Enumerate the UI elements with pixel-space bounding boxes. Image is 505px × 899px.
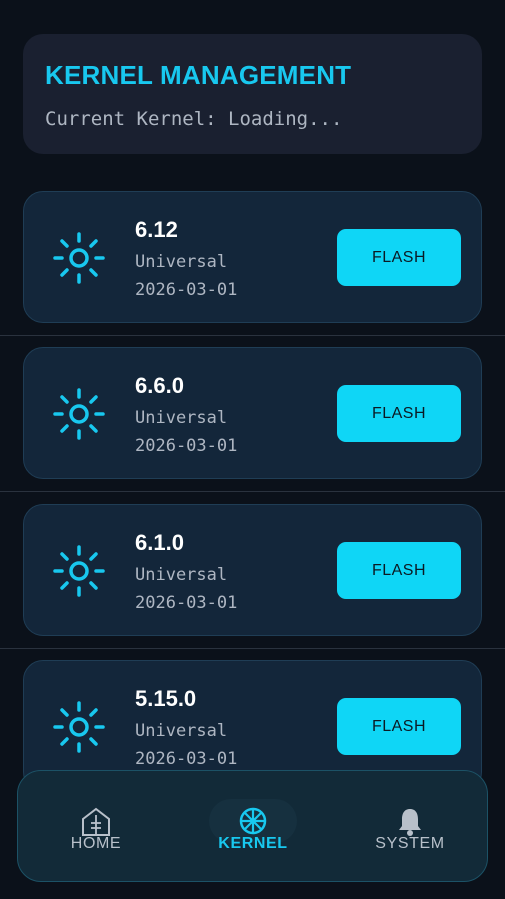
kernel-management-screen: KERNEL MANAGEMENT Current Kernel: Loadin… — [0, 0, 505, 899]
divider — [0, 335, 505, 336]
kernel-card: 6.12 Universal 2026-03-01 FLASH — [23, 191, 482, 323]
sun-icon — [53, 701, 105, 753]
bell-icon — [399, 809, 421, 836]
nav-home-label: HOME — [70, 835, 122, 852]
flash-button[interactable]: FLASH — [337, 385, 461, 442]
kernel-date: 2026-03-01 — [135, 436, 238, 456]
kernel-date: 2026-03-01 — [135, 593, 238, 613]
divider — [0, 491, 505, 492]
nav-kernel-label: KERNEL — [218, 835, 288, 852]
kernel-version: 6.12 — [135, 217, 178, 242]
current-kernel-status: Current Kernel: Loading... — [45, 108, 343, 130]
kernel-type: Universal — [135, 408, 228, 428]
flash-button[interactable]: FLASH — [337, 698, 461, 755]
nav-kernel[interactable]: KERNEL — [193, 801, 313, 861]
nav-home[interactable]: HOME — [36, 801, 156, 861]
kernel-version: 6.1.0 — [135, 530, 184, 555]
wheel-icon — [239, 807, 267, 835]
flash-button[interactable]: FLASH — [337, 229, 461, 286]
kernel-version: 6.6.0 — [135, 373, 184, 398]
kernel-card: 6.1.0 Universal 2026-03-01 FLASH — [23, 504, 482, 636]
kernel-card: 6.6.0 Universal 2026-03-01 FLASH — [23, 347, 482, 479]
page-title: KERNEL MANAGEMENT — [45, 60, 352, 90]
flash-button[interactable]: FLASH — [337, 542, 461, 599]
nav-system-label: SYSTEM — [375, 835, 445, 852]
kernel-type: Universal — [135, 721, 228, 741]
bottom-nav: HOME KERNEL SYSTEM — [17, 770, 488, 882]
sun-icon — [53, 232, 105, 284]
kernel-version: 5.15.0 — [135, 686, 197, 711]
kernel-type: Universal — [135, 252, 228, 272]
divider — [0, 648, 505, 649]
nav-system[interactable]: SYSTEM — [350, 801, 470, 861]
kernel-date: 2026-03-01 — [135, 749, 238, 769]
kernel-type: Universal — [135, 565, 228, 585]
home-icon — [82, 807, 110, 836]
header-card: KERNEL MANAGEMENT Current Kernel: Loadin… — [23, 34, 482, 154]
sun-icon — [53, 388, 105, 440]
kernel-date: 2026-03-01 — [135, 280, 238, 300]
sun-icon — [53, 545, 105, 597]
